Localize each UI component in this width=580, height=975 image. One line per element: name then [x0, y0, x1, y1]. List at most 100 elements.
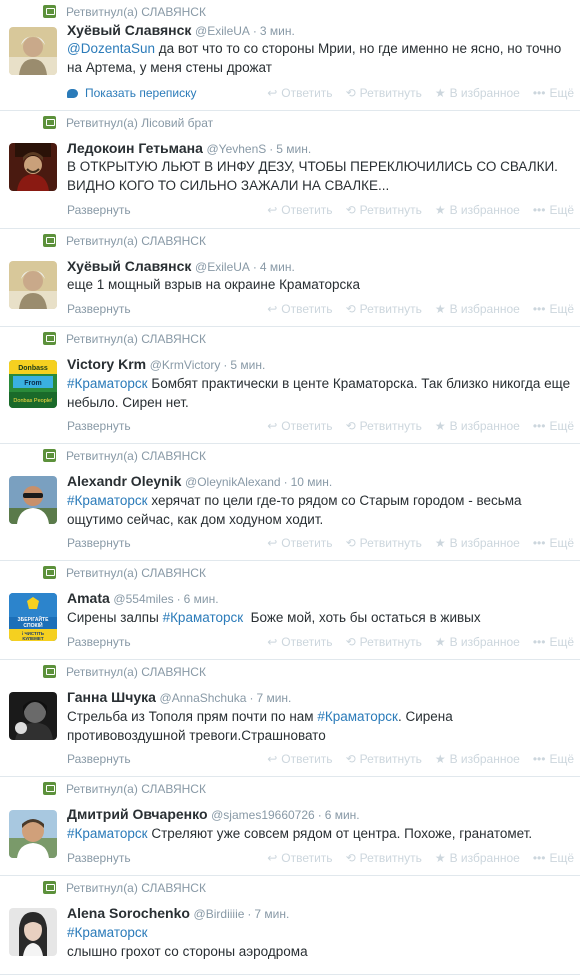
author-fullname[interactable]: Хуёвый Славянск	[67, 258, 191, 274]
favorite-button[interactable]: ★ В избранное	[435, 85, 520, 101]
retweet-button[interactable]: ⟲ Ретвитнуть	[346, 301, 422, 317]
tweet-timestamp[interactable]: 7 мин.	[254, 907, 289, 921]
author-handle[interactable]: @OleynikAlexand	[185, 475, 281, 489]
tweet-timestamp[interactable]: 10 мин.	[291, 475, 333, 489]
author-handle[interactable]: @ExileUA	[195, 260, 250, 274]
show-conversation-link[interactable]: Показать переписку	[67, 85, 196, 101]
hashtag-link[interactable]: #Краматорск	[317, 709, 398, 724]
author-handle[interactable]: @ExileUA	[195, 24, 250, 38]
author-handle[interactable]: @AnnaShchuka	[160, 691, 247, 705]
retweeted-by-label[interactable]: Ретвитнул(а) СЛАВЯНСК	[66, 782, 206, 796]
retweet-button[interactable]: ⟲ Ретвитнуть	[346, 418, 422, 434]
tweet-item[interactable]: Ретвитнул(а) СЛАВЯНСК Alena Sorochenko @B…	[0, 876, 580, 975]
reply-button[interactable]: ↩ Ответить	[267, 751, 332, 767]
author-handle[interactable]: @554miles	[113, 592, 173, 606]
more-button[interactable]: ••• Ещё	[533, 301, 574, 317]
more-button[interactable]: ••• Ещё	[533, 751, 574, 767]
reply-button[interactable]: ↩ Ответить	[267, 418, 332, 434]
tweet-item[interactable]: Ретвитнул(а) СЛАВЯНСК ЗБЕРІГАЙТЕ СПОКІЙ і Ч…	[0, 561, 580, 660]
retweet-button[interactable]: ⟲ Ретвитнуть	[346, 751, 422, 767]
expand-link[interactable]: Развернуть	[67, 418, 131, 434]
favorite-button[interactable]: ★ В избранное	[435, 634, 520, 650]
retweeted-by-label[interactable]: Ретвитнул(а) СЛАВЯНСК	[66, 881, 206, 895]
author-fullname[interactable]: Ганна Шчука	[67, 689, 156, 705]
more-button[interactable]: ••• Ещё	[533, 85, 574, 101]
retweet-button[interactable]: ⟲ Ретвитнуть	[346, 535, 422, 551]
retweeted-by-label[interactable]: Ретвитнул(а) СЛАВЯНСК	[66, 566, 206, 580]
favorite-button[interactable]: ★ В избранное	[435, 751, 520, 767]
author-fullname[interactable]: Ледокоин Гетьмана	[67, 140, 203, 156]
avatar-krmvictory[interactable]: Donbass From Donbas People!	[9, 360, 57, 408]
more-button[interactable]: ••• Ещё	[533, 535, 574, 551]
hashtag-link[interactable]: #Краматорск	[67, 925, 148, 940]
expand-link[interactable]: Развернуть	[67, 751, 131, 767]
favorite-button[interactable]: ★ В избранное	[435, 535, 520, 551]
retweeted-by-label[interactable]: Ретвитнул(а) СЛАВЯНСК	[66, 234, 206, 248]
retweet-context[interactable]: Ретвитнул(а) СЛАВЯНСК	[43, 665, 206, 679]
tweet-timestamp[interactable]: 6 мин.	[184, 592, 219, 606]
retweet-context[interactable]: Ретвитнул(а) СЛАВЯНСК	[43, 449, 206, 463]
tweet-timestamp[interactable]: 5 мин.	[276, 142, 311, 156]
favorite-button[interactable]: ★ В избранное	[435, 301, 520, 317]
author-handle[interactable]: @YevhenS	[207, 142, 267, 156]
tweet-item[interactable]: Ретвитнул(а) СЛАВЯНСК Alexandr Oleynik @O…	[0, 444, 580, 561]
retweeted-by-label[interactable]: Ретвитнул(а) СЛАВЯНСК	[66, 5, 206, 19]
avatar-birdiiiie[interactable]	[9, 908, 57, 956]
tweet-item[interactable]: Ретвитнул(а) СЛАВЯНСК Хуёвый Славянск @Ex…	[0, 0, 580, 111]
expand-link[interactable]: Развернуть	[67, 202, 131, 218]
retweet-button[interactable]: ⟲ Ретвитнуть	[346, 85, 422, 101]
tweet-timestamp[interactable]: 6 мин.	[325, 808, 360, 822]
author-fullname[interactable]: Хуёвый Славянск	[67, 22, 191, 38]
expand-link[interactable]: Развернуть	[67, 535, 131, 551]
hashtag-link[interactable]: #Краматорск	[67, 493, 148, 508]
retweet-button[interactable]: ⟲ Ретвитнуть	[346, 202, 422, 218]
author-fullname[interactable]: Amata	[67, 590, 110, 606]
retweet-context[interactable]: Ретвитнул(а) Лісовий брат	[43, 116, 213, 130]
retweet-context[interactable]: Ретвитнул(а) СЛАВЯНСК	[43, 782, 206, 796]
reply-button[interactable]: ↩ Ответить	[267, 202, 332, 218]
avatar-amata[interactable]: ЗБЕРІГАЙТЕ СПОКІЙ і ЧИСТІТЬ КУЛЕМЕТ	[9, 593, 57, 641]
tweet-item[interactable]: Ретвитнул(а) СЛАВЯНСК Ганна Шчука @AnnaSh…	[0, 660, 580, 777]
avatar-exileua-2[interactable]	[9, 261, 57, 309]
retweet-context[interactable]: Ретвитнул(а) СЛАВЯНСК	[43, 5, 206, 19]
tweet-timestamp[interactable]: 7 мин.	[256, 691, 291, 705]
retweet-button[interactable]: ⟲ Ретвитнуть	[346, 850, 422, 866]
author-fullname[interactable]: Victory Krm	[67, 356, 146, 372]
retweet-context[interactable]: Ретвитнул(а) СЛАВЯНСК	[43, 566, 206, 580]
tweet-timestamp[interactable]: 3 мин.	[260, 24, 295, 38]
more-button[interactable]: ••• Ещё	[533, 418, 574, 434]
reply-button[interactable]: ↩ Ответить	[267, 850, 332, 866]
tweet-item[interactable]: Ретвитнул(а) СЛАВЯНСК Хуёвый Славянск @Ex…	[0, 229, 580, 327]
retweeted-by-label[interactable]: Ретвитнул(а) Лісовий брат	[66, 116, 213, 130]
hashtag-link[interactable]: #Краматорск	[67, 826, 148, 841]
more-button[interactable]: ••• Ещё	[533, 634, 574, 650]
retweet-context[interactable]: Ретвитнул(а) СЛАВЯНСК	[43, 234, 206, 248]
expand-link[interactable]: Развернуть	[67, 634, 131, 650]
avatar-oleynik[interactable]	[9, 476, 57, 524]
author-fullname[interactable]: Дмитрий Овчаренко	[67, 806, 208, 822]
retweet-context[interactable]: Ретвитнул(а) СЛАВЯНСК	[43, 881, 206, 895]
tweet-item[interactable]: Ретвитнул(а) СЛАВЯНСК Дмитрий Овчаренко @…	[0, 777, 580, 876]
retweet-button[interactable]: ⟲ Ретвитнуть	[346, 634, 422, 650]
avatar-sjames[interactable]	[9, 810, 57, 858]
author-handle[interactable]: @KrmVictory	[150, 358, 221, 372]
author-handle[interactable]: @sjames19660726	[211, 808, 315, 822]
author-fullname[interactable]: Alexandr Oleynik	[67, 473, 181, 489]
hashtag-link[interactable]: #Краматорск	[163, 610, 244, 625]
retweeted-by-label[interactable]: Ретвитнул(а) СЛАВЯНСК	[66, 332, 206, 346]
tweet-item[interactable]: Ретвитнул(а) СЛАВЯНСК Donbass From Donbas P…	[0, 327, 580, 444]
avatar-annashchuka[interactable]	[9, 692, 57, 740]
author-handle[interactable]: @Birdiiiie	[194, 907, 245, 921]
reply-button[interactable]: ↩ Ответить	[267, 85, 332, 101]
expand-link[interactable]: Развернуть	[67, 301, 131, 317]
tweet-timestamp[interactable]: 5 мин.	[230, 358, 265, 372]
more-button[interactable]: ••• Ещё	[533, 850, 574, 866]
avatar-yevhens[interactable]	[9, 143, 57, 191]
retweeted-by-label[interactable]: Ретвитнул(а) СЛАВЯНСК	[66, 665, 206, 679]
tweet-item[interactable]: Ретвитнул(а) Лісовий брат Ледокоин Гетьма…	[0, 111, 580, 229]
hashtag-link[interactable]: #Краматорск	[67, 376, 148, 391]
author-fullname[interactable]: Alena Sorochenko	[67, 905, 190, 921]
avatar-exileua[interactable]	[9, 27, 57, 75]
favorite-button[interactable]: ★ В избранное	[435, 850, 520, 866]
expand-link[interactable]: Развернуть	[67, 850, 131, 866]
